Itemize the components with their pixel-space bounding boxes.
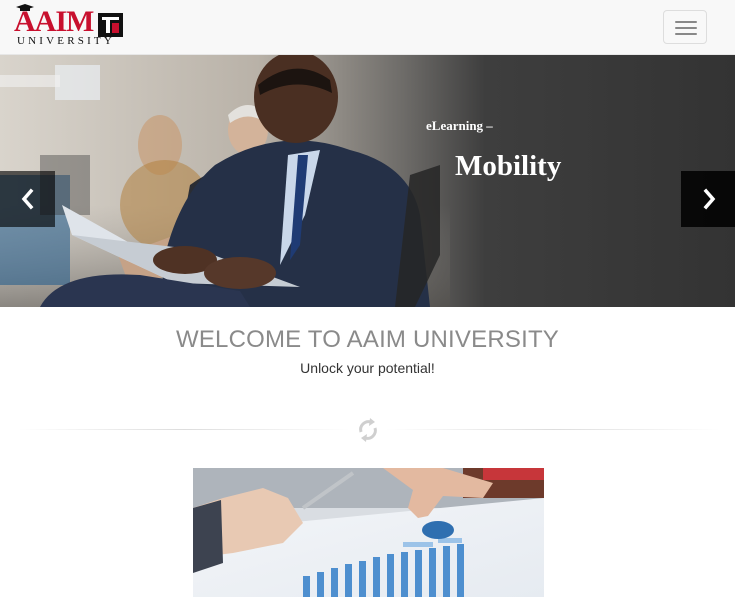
navbar-toggle-button[interactable] xyxy=(663,10,707,44)
logo-flag-mark xyxy=(98,13,123,37)
page-title: WELCOME TO AAIM UNIVERSITY xyxy=(175,326,560,353)
carousel-slide-image xyxy=(0,55,735,307)
aaim-university-logo[interactable]: AAIM UNIVERSITY xyxy=(14,4,126,47)
section-divider xyxy=(18,414,720,444)
carousel-caption-small: eLearning – xyxy=(426,118,493,133)
refresh-icon xyxy=(359,418,377,442)
logo-subtext: UNIVERSITY xyxy=(17,35,115,47)
business-analytics-image xyxy=(193,468,544,597)
carousel-next-button[interactable] xyxy=(681,171,735,227)
carousel-prev-button[interactable] xyxy=(0,171,55,227)
page-subtitle: Unlock your potential! xyxy=(300,360,435,376)
carousel-caption-title: Mobility xyxy=(455,150,562,182)
navbar: AAIM UNIVERSITY xyxy=(0,0,735,55)
chevron-left-icon xyxy=(21,188,34,210)
logo-wordmark: AAIM xyxy=(14,5,94,38)
chevron-right-icon xyxy=(703,188,716,210)
hero-carousel: eLearning – Mobility xyxy=(0,55,735,307)
